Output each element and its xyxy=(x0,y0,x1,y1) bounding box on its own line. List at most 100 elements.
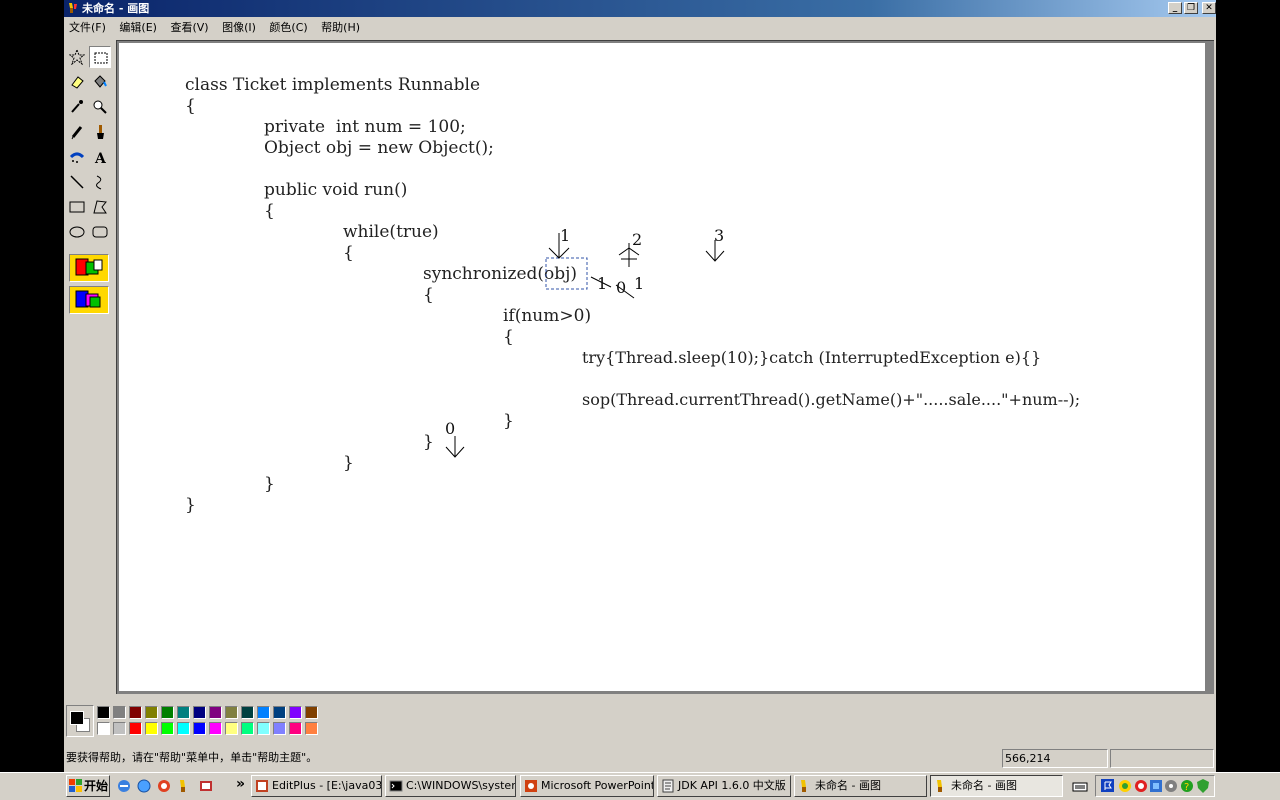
color-swatch[interactable] xyxy=(97,706,110,719)
flag-label-1: 1 xyxy=(597,274,608,293)
arrow-label-0: 0 xyxy=(445,419,456,438)
tray-flag-icon[interactable] xyxy=(1100,778,1116,794)
color-swatch[interactable] xyxy=(145,706,158,719)
rect-select-tool[interactable] xyxy=(89,46,111,68)
brush-icon xyxy=(97,125,104,139)
star-select-icon xyxy=(69,49,85,65)
title-bar[interactable]: 未命名 - 画图 _ ❐ ✕ xyxy=(64,0,1216,17)
color-swatch[interactable] xyxy=(225,722,238,735)
color-swatch[interactable] xyxy=(145,722,158,735)
task-powerpoint[interactable]: Microsoft PowerPoint -... xyxy=(520,775,654,797)
color-swatch[interactable] xyxy=(241,722,254,735)
menu-help[interactable]: 帮助(H) xyxy=(316,18,365,37)
curve-tool[interactable] xyxy=(89,171,111,193)
menu-file[interactable]: 文件(F) xyxy=(64,18,111,37)
quick-launch-ie-icon[interactable] xyxy=(116,778,132,794)
task-paint-1[interactable]: 未命名 - 画图 xyxy=(794,775,927,797)
color-swatch[interactable] xyxy=(257,722,270,735)
color-swatch[interactable] xyxy=(161,706,174,719)
color-swatch[interactable] xyxy=(113,722,126,735)
status-size xyxy=(1110,749,1214,768)
airbrush-icon xyxy=(69,152,85,163)
quick-launch-browser-icon[interactable] xyxy=(156,778,172,794)
restore-button[interactable]: ❐ xyxy=(1184,2,1198,14)
color-swatch[interactable] xyxy=(257,706,270,719)
color-swatch[interactable] xyxy=(129,722,142,735)
line-tool[interactable] xyxy=(66,171,88,193)
color-swatch[interactable] xyxy=(113,706,126,719)
paint-icon xyxy=(801,780,806,792)
menu-image[interactable]: 图像(I) xyxy=(217,18,261,37)
airbrush-tool[interactable] xyxy=(66,146,88,168)
eraser-tool[interactable] xyxy=(66,71,88,93)
quick-launch-chevron[interactable]: » xyxy=(236,776,245,792)
magnifier-icon xyxy=(93,100,107,114)
tray-shield-icon[interactable] xyxy=(1195,778,1211,794)
fill-tool[interactable] xyxy=(89,71,111,93)
transparent-option[interactable] xyxy=(69,286,109,314)
color-swatch[interactable] xyxy=(273,706,286,719)
color-swatch[interactable] xyxy=(225,706,238,719)
color-palette xyxy=(64,703,324,739)
task-jdk-api[interactable]: JDK API 1.6.0 中文版 xyxy=(657,775,791,797)
tray-question-icon[interactable]: ? xyxy=(1179,778,1195,794)
polygon-icon xyxy=(93,200,107,214)
tray-network-icon[interactable] xyxy=(1117,778,1133,794)
minimize-button[interactable]: _ xyxy=(1168,2,1182,14)
color-swatch[interactable] xyxy=(193,706,206,719)
color-swatch[interactable] xyxy=(209,722,222,735)
color-swatch[interactable] xyxy=(289,722,302,735)
color-swatch[interactable] xyxy=(305,722,318,735)
color-swatch[interactable] xyxy=(177,722,190,735)
brush-tool[interactable] xyxy=(89,121,111,143)
opaque-shapes-icon xyxy=(75,258,103,276)
current-colors[interactable] xyxy=(66,705,94,737)
color-swatch[interactable] xyxy=(193,722,206,735)
quick-launch-app-icon[interactable] xyxy=(198,778,214,794)
drawing-canvas[interactable]: class Ticket implements Runnable { priva… xyxy=(119,43,1205,691)
down-arrow-0 xyxy=(445,436,465,458)
color-swatch[interactable] xyxy=(177,706,190,719)
task-console[interactable]: C:\WINDOWS\system... xyxy=(385,775,516,797)
color-swatch[interactable] xyxy=(289,706,302,719)
color-swatch[interactable] xyxy=(241,706,254,719)
rounded-rectangle-tool[interactable] xyxy=(89,221,111,243)
task-label: Microsoft PowerPoint -... xyxy=(541,779,654,792)
color-swatch[interactable] xyxy=(129,706,142,719)
tray-settings-icon[interactable] xyxy=(1163,778,1179,794)
color-swatch[interactable] xyxy=(305,706,318,719)
free-select-tool[interactable] xyxy=(66,46,88,68)
quick-launch-explorer-icon[interactable] xyxy=(136,778,152,794)
task-editplus[interactable]: EditPlus - [E:\java033... xyxy=(251,775,382,797)
arrow-label-3: 3 xyxy=(714,226,725,245)
tray-antivirus-icon[interactable] xyxy=(1133,778,1149,794)
keyboard-icon[interactable] xyxy=(1072,778,1088,794)
menu-colors[interactable]: 颜色(C) xyxy=(264,18,312,37)
text-tool[interactable]: A xyxy=(89,146,111,168)
rectangle-tool[interactable] xyxy=(66,196,88,218)
opaque-option[interactable] xyxy=(69,254,109,282)
menu-view[interactable]: 查看(V) xyxy=(165,18,213,37)
ellipse-tool[interactable] xyxy=(66,221,88,243)
color-swatch[interactable] xyxy=(161,722,174,735)
menu-edit[interactable]: 编辑(E) xyxy=(114,18,162,37)
color-swatch[interactable] xyxy=(209,706,222,719)
color-swatch[interactable] xyxy=(97,722,110,735)
pencil-icon xyxy=(71,126,83,140)
pencil-tool[interactable] xyxy=(66,121,88,143)
start-label: 开始 xyxy=(84,779,109,793)
start-button[interactable]: 开始 xyxy=(66,775,110,797)
quick-launch-paint-icon[interactable] xyxy=(176,778,192,794)
flag-label-1b: 1 xyxy=(634,274,645,293)
close-button[interactable]: ✕ xyxy=(1202,2,1216,14)
status-bar: 要获得帮助，请在"帮助"菜单中，单击"帮助主题"。 566,214 xyxy=(64,748,1216,770)
task-paint-2[interactable]: 未命名 - 画图 xyxy=(930,775,1063,797)
magnifier-tool[interactable] xyxy=(89,96,111,118)
color-swatch[interactable] xyxy=(273,722,286,735)
polygon-tool[interactable] xyxy=(89,196,111,218)
toolbox: A xyxy=(64,42,114,692)
curve-icon xyxy=(96,175,102,190)
pick-color-tool[interactable] xyxy=(66,96,88,118)
tray-app-icon[interactable] xyxy=(1148,778,1164,794)
selection-marquee xyxy=(545,257,588,290)
